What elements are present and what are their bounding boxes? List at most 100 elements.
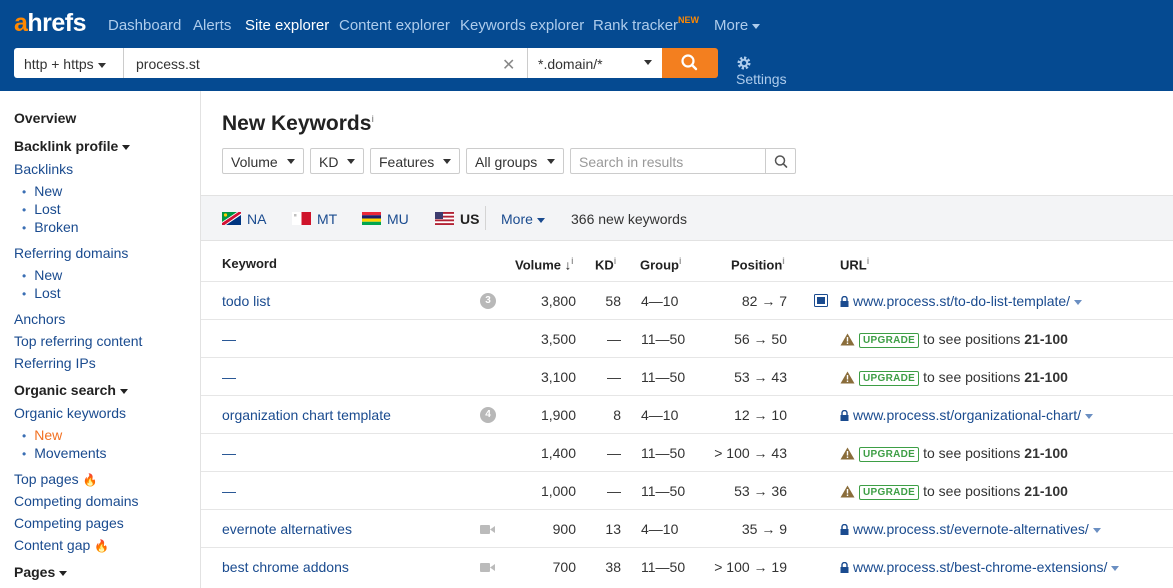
countries-more[interactable]: More <box>501 211 545 227</box>
clear-icon[interactable]: ✕ <box>502 55 515 75</box>
sidebar-pages[interactable]: Pages <box>14 564 68 580</box>
sidebar-organic-keywords-new[interactable]: New <box>22 427 62 443</box>
position-cell: 56 → 50 <box>734 331 787 347</box>
upgrade-notice: UPGRADE to see positions 21-100 <box>840 331 1068 348</box>
nav-dashboard[interactable]: Dashboard <box>108 17 181 34</box>
col-position[interactable]: Positioni <box>731 256 785 272</box>
sidebar-referring-domains[interactable]: Referring domains <box>14 245 128 261</box>
chevron-down-icon <box>1111 565 1120 571</box>
sidebar-backlinks-lost[interactable]: Lost <box>22 201 60 217</box>
position-cell: 12 → 10 <box>734 407 787 423</box>
search-icon <box>774 155 788 168</box>
sidebar-competing-domains[interactable]: Competing domains <box>14 493 139 509</box>
search-results-input[interactable]: Search in results <box>570 148 766 174</box>
chevron-down-icon <box>287 159 295 164</box>
col-kd[interactable]: KDi <box>595 256 616 272</box>
chevron-down-icon <box>1085 413 1093 419</box>
chevron-down-icon <box>1092 527 1101 533</box>
url-link[interactable]: www.process.st/organizational-chart/ <box>840 407 1093 423</box>
filter-volume[interactable]: Volume <box>222 148 304 174</box>
sidebar-backlink-profile[interactable]: Backlink profile <box>14 138 131 154</box>
chevron-down-icon <box>122 144 131 150</box>
chevron-down-icon <box>644 60 652 65</box>
serp-features-badge[interactable]: 3 <box>480 293 496 309</box>
group-cell: 11—50 <box>641 559 686 575</box>
chevron-down-icon <box>1074 299 1083 305</box>
target-input[interactable]: process.st <box>124 48 527 78</box>
keyword-link[interactable]: — <box>222 331 236 347</box>
url-link[interactable]: www.process.st/to-do-list-template/ <box>840 293 1083 309</box>
sidebar-top-referring-content[interactable]: Top referring content <box>14 333 142 349</box>
upgrade-badge[interactable]: UPGRADE <box>859 447 920 462</box>
sidebar-organic-keywords[interactable]: Organic keywords <box>14 405 126 421</box>
nav-content-explorer[interactable]: Content explorer <box>339 17 450 34</box>
info-icon[interactable]: i <box>867 256 870 266</box>
sidebar-backlinks-new[interactable]: New <box>22 183 62 199</box>
keyword-link[interactable]: — <box>222 483 236 499</box>
sidebar-backlinks-broken[interactable]: Broken <box>22 219 78 235</box>
search-button[interactable] <box>662 48 718 78</box>
sidebar-competing-pages[interactable]: Competing pages <box>14 515 124 531</box>
info-icon[interactable]: i <box>371 114 374 124</box>
table-row: — 1,000 — 11—50 53 → 36 UPGRADE to see po… <box>201 471 1173 509</box>
nav-site-explorer[interactable]: Site explorer <box>245 17 329 34</box>
url-link[interactable]: www.process.st/evernote-alternatives/ <box>840 521 1101 537</box>
sidebar-referring-ips[interactable]: Referring IPs <box>14 355 96 371</box>
url-link[interactable]: www.process.st/best-chrome-extensions/ <box>840 559 1120 575</box>
group-cell: 11—50 <box>641 483 686 499</box>
group-cell: 4—10 <box>641 293 679 309</box>
sidebar-backlinks[interactable]: Backlinks <box>14 161 73 177</box>
info-icon[interactable]: i <box>614 256 617 266</box>
country-na[interactable]: NA <box>222 211 266 227</box>
video-icon[interactable] <box>480 562 495 573</box>
keyword-link[interactable]: — <box>222 369 236 385</box>
nav-rank-tracker[interactable]: Rank tracker <box>593 17 678 34</box>
keyword-link[interactable]: todo list <box>222 293 270 309</box>
col-group[interactable]: Groupi <box>640 256 682 272</box>
serp-features-badge[interactable]: 4 <box>480 407 496 423</box>
upgrade-badge[interactable]: UPGRADE <box>859 485 920 500</box>
ahrefs-logo[interactable]: ahrefs <box>14 9 87 38</box>
upgrade-badge[interactable]: UPGRADE <box>859 333 920 348</box>
group-cell: 4—10 <box>641 521 679 537</box>
country-us[interactable]: US <box>435 211 479 227</box>
col-url[interactable]: URLi <box>840 256 869 272</box>
info-icon[interactable]: i <box>782 256 785 266</box>
keyword-link[interactable]: best chrome addons <box>222 559 349 575</box>
col-keyword[interactable]: Keyword <box>222 256 277 271</box>
sidebar-top-pages[interactable]: Top pages 🔥 <box>14 471 97 487</box>
info-icon[interactable]: i <box>679 256 682 266</box>
upgrade-badge[interactable]: UPGRADE <box>859 371 920 386</box>
nav-keywords-explorer[interactable]: Keywords explorer <box>460 17 584 34</box>
volume-cell: 3,800 <box>540 293 576 309</box>
sidebar-anchors[interactable]: Anchors <box>14 311 65 327</box>
table-row: evernote alternatives 900 13 4—10 35 → 9… <box>201 509 1173 547</box>
sidebar-content-gap[interactable]: Content gap 🔥 <box>14 537 109 553</box>
sidebar-referring-domains-new[interactable]: New <box>22 267 62 283</box>
position-cell: 35 → 9 <box>741 521 787 537</box>
mode-select[interactable]: *.domain/* <box>527 48 662 78</box>
settings-button[interactable]: Settings <box>736 55 787 87</box>
keyword-link[interactable]: — <box>222 445 236 461</box>
search-results-button[interactable] <box>766 148 796 174</box>
filter-features[interactable]: Features <box>370 148 460 174</box>
sidebar-overview[interactable]: Overview <box>14 110 76 126</box>
image-pack-icon[interactable] <box>814 294 828 307</box>
col-volume[interactable]: Volume ↓i <box>515 256 574 272</box>
country-mu[interactable]: MU <box>362 211 409 227</box>
filter-all-groups[interactable]: All groups <box>466 148 564 174</box>
keyword-link[interactable]: organization chart template <box>222 407 391 423</box>
sidebar-referring-domains-lost[interactable]: Lost <box>22 285 60 301</box>
lock-icon <box>840 524 849 535</box>
sidebar-organic-keywords-movements[interactable]: Movements <box>22 445 106 461</box>
keyword-link[interactable]: evernote alternatives <box>222 521 352 537</box>
nav-alerts[interactable]: Alerts <box>193 17 231 34</box>
info-icon[interactable]: i <box>571 256 574 266</box>
filter-kd[interactable]: KD <box>310 148 364 174</box>
country-mt[interactable]: MT <box>292 211 337 227</box>
namibia-flag-icon <box>222 212 241 225</box>
sidebar-organic-search[interactable]: Organic search <box>14 382 128 398</box>
nav-more[interactable]: More <box>714 17 761 34</box>
video-icon[interactable] <box>480 524 495 535</box>
protocol-select[interactable]: http + https <box>14 48 124 78</box>
